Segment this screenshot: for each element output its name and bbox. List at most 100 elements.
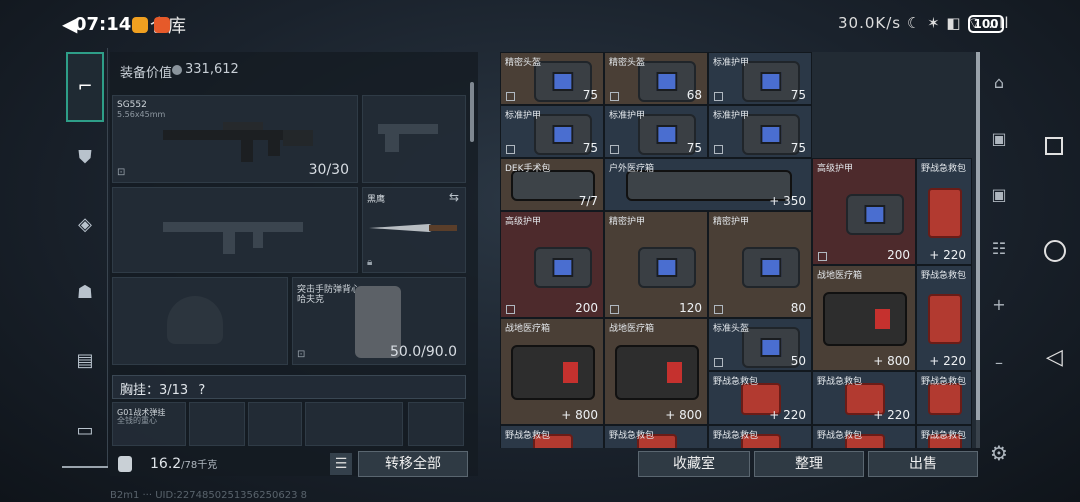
briefcase-icon[interactable]: ▭	[70, 416, 100, 446]
inventory-item-name: 标准护甲	[609, 111, 646, 121]
inventory-item-value: + 220	[929, 248, 966, 262]
unlock-icon	[610, 145, 619, 154]
inventory-item[interactable]: 精密头盔 75	[500, 52, 604, 105]
inventory-item[interactable]: 野战急救包	[604, 425, 708, 448]
inventory-item-name: 野战急救包	[713, 377, 759, 387]
inventory-item-value: + 220	[873, 408, 910, 422]
weapon-ammo: 30/30	[308, 162, 349, 178]
inventory-item-value: + 800	[561, 408, 598, 422]
plus-icon[interactable]: +	[986, 292, 1012, 318]
inventory-item[interactable]: DEK手术包 7/7	[500, 158, 604, 211]
inventory-item-name: 精密护甲	[609, 217, 646, 227]
inventory-item[interactable]: 野战急救包	[916, 425, 972, 448]
pistol-icon[interactable]: ⌐	[66, 52, 104, 122]
inventory-item[interactable]: 战地医疗箱 + 800	[500, 318, 604, 425]
chest-rig-slot[interactable]: G01战术弹挂 全钱的重心	[112, 402, 186, 446]
transfer-all-button[interactable]: 转移全部	[358, 451, 468, 477]
left-scrollbar[interactable]	[470, 82, 474, 142]
melee-slot[interactable]: 黑鹰 ⇆ 🔒︎	[362, 187, 466, 273]
unlock-icon	[714, 305, 723, 314]
unlock-icon: ⊡	[117, 167, 126, 178]
unlock-icon	[714, 358, 723, 367]
helmet-slot[interactable]	[112, 277, 288, 365]
unlock-icon	[506, 145, 515, 154]
inventory-item[interactable]: 精密护甲 120	[604, 211, 708, 318]
rig-pocket-slot[interactable]	[408, 402, 464, 446]
inventory-item[interactable]: 野战急救包 + 220	[916, 158, 972, 265]
inventory-item[interactable]: 标准护甲 75	[708, 52, 812, 105]
battery-icon: 100	[968, 15, 1004, 33]
lock-icon: 🔒︎	[367, 257, 373, 268]
inventory-item[interactable]: 标准护甲 75	[708, 105, 812, 158]
swap-icon[interactable]: ⇆	[449, 190, 459, 204]
inventory-item-value: 68	[686, 88, 702, 102]
knife-icon	[369, 224, 457, 232]
inventory-item[interactable]: 战地医疗箱 + 800	[812, 265, 916, 371]
chest-rig-count: 胸挂：3/13	[120, 383, 189, 398]
inventory-item[interactable]: 野战急救包	[708, 425, 812, 448]
inventory-item-value: 75	[790, 141, 806, 155]
inventory-item[interactable]: 精密护甲 80	[708, 211, 812, 318]
bunker-icon[interactable]: ⌂	[986, 70, 1012, 96]
inventory-item-value: 75	[686, 141, 702, 155]
inventory-item-name: 野战急救包	[817, 431, 863, 441]
inventory-item[interactable]: 野战急救包	[500, 425, 604, 448]
home-nav-icon[interactable]	[1044, 240, 1066, 262]
inventory-item[interactable]: 标准头盔 50	[708, 318, 812, 371]
backpack-icon[interactable]: ☗	[70, 278, 100, 308]
badge-icon[interactable]: ◈	[70, 210, 100, 240]
first-aid-kit-icon	[928, 382, 962, 416]
inventory-item-name: 户外医疗箱	[609, 164, 655, 174]
collection-room-button[interactable]: 收藏室	[638, 451, 750, 477]
inventory-item[interactable]: 精密头盔 68	[604, 52, 708, 105]
status-time: 07:14	[74, 14, 132, 35]
inventory-item[interactable]: 野战急救包 + 220	[708, 371, 812, 425]
container-add-icon[interactable]: ▣	[986, 182, 1012, 208]
inventory-item[interactable]: 高级护甲 200	[500, 211, 604, 318]
armor-durability: 50.0/90.0	[389, 344, 457, 360]
help-icon[interactable]: ?	[198, 383, 205, 398]
inventory-item-value: 200	[575, 301, 598, 315]
sell-button[interactable]: 出售	[868, 451, 978, 477]
rig-pocket-slot[interactable]	[189, 402, 245, 446]
notes-icon[interactable]: ▤	[70, 346, 100, 376]
stack-icon[interactable]: ☷	[986, 236, 1012, 262]
weight-value: 16.2	[150, 456, 182, 472]
inventory-item[interactable]: 战地医疗箱 + 800	[604, 318, 708, 425]
inventory-item[interactable]: 标准护甲 75	[604, 105, 708, 158]
inventory-item[interactable]: 标准护甲 75	[500, 105, 604, 158]
inventory-item[interactable]: 户外医疗箱 + 350	[604, 158, 812, 211]
inventory-item-name: 野战急救包	[505, 431, 551, 441]
rig-pocket-slot[interactable]	[248, 402, 302, 446]
list-view-button[interactable]: ☰	[330, 453, 352, 475]
rig-pocket-slot[interactable]	[305, 402, 403, 446]
app-badge-icon	[154, 17, 170, 33]
coin-icon	[172, 65, 182, 75]
settings-icon[interactable]: ⚙	[986, 440, 1012, 466]
vest-icon[interactable]: ⛊	[70, 143, 100, 173]
primary-weapon-slot[interactable]: SG552 5.56x45mm ⊡ 30/30	[112, 95, 358, 183]
inventory-item[interactable]: 高级护甲 200	[812, 158, 916, 265]
inventory-item[interactable]: 野战急救包 + 220	[916, 265, 972, 371]
weight-max: /78千克	[181, 460, 218, 471]
inventory-item-name: DEK手术包	[505, 164, 551, 174]
inventory-item[interactable]: 野战急救包 + 220	[812, 371, 916, 425]
organize-button[interactable]: 整理	[754, 451, 864, 477]
pistol-slot[interactable]	[362, 95, 466, 183]
inventory-item-value: 75	[582, 141, 598, 155]
inventory-item[interactable]: 野战急救包	[812, 425, 916, 448]
inventory-item-name: 战地医疗箱	[505, 324, 551, 334]
secondary-weapon-slot[interactable]	[112, 187, 358, 273]
armor-slot[interactable]: 突击手防弹背心 哈夫克 ⊡ 50.0/90.0	[292, 277, 466, 365]
back-nav-icon[interactable]: ◁	[1046, 345, 1063, 370]
melee-name: 黑鹰	[367, 195, 386, 205]
inventory-item-value: 75	[582, 88, 598, 102]
container-icon[interactable]: ▣	[986, 126, 1012, 152]
inventory-scrollbar-thumb[interactable]	[976, 52, 980, 420]
unlock-icon	[714, 92, 723, 101]
dash-icon[interactable]: –	[986, 350, 1012, 376]
rifle-silhouette-icon	[163, 222, 303, 254]
recents-nav-icon[interactable]	[1045, 137, 1063, 155]
uid-text: B2m1 ··· UID:2274850251356250623 8	[110, 490, 307, 501]
inventory-item[interactable]: 野战急救包	[916, 371, 972, 425]
